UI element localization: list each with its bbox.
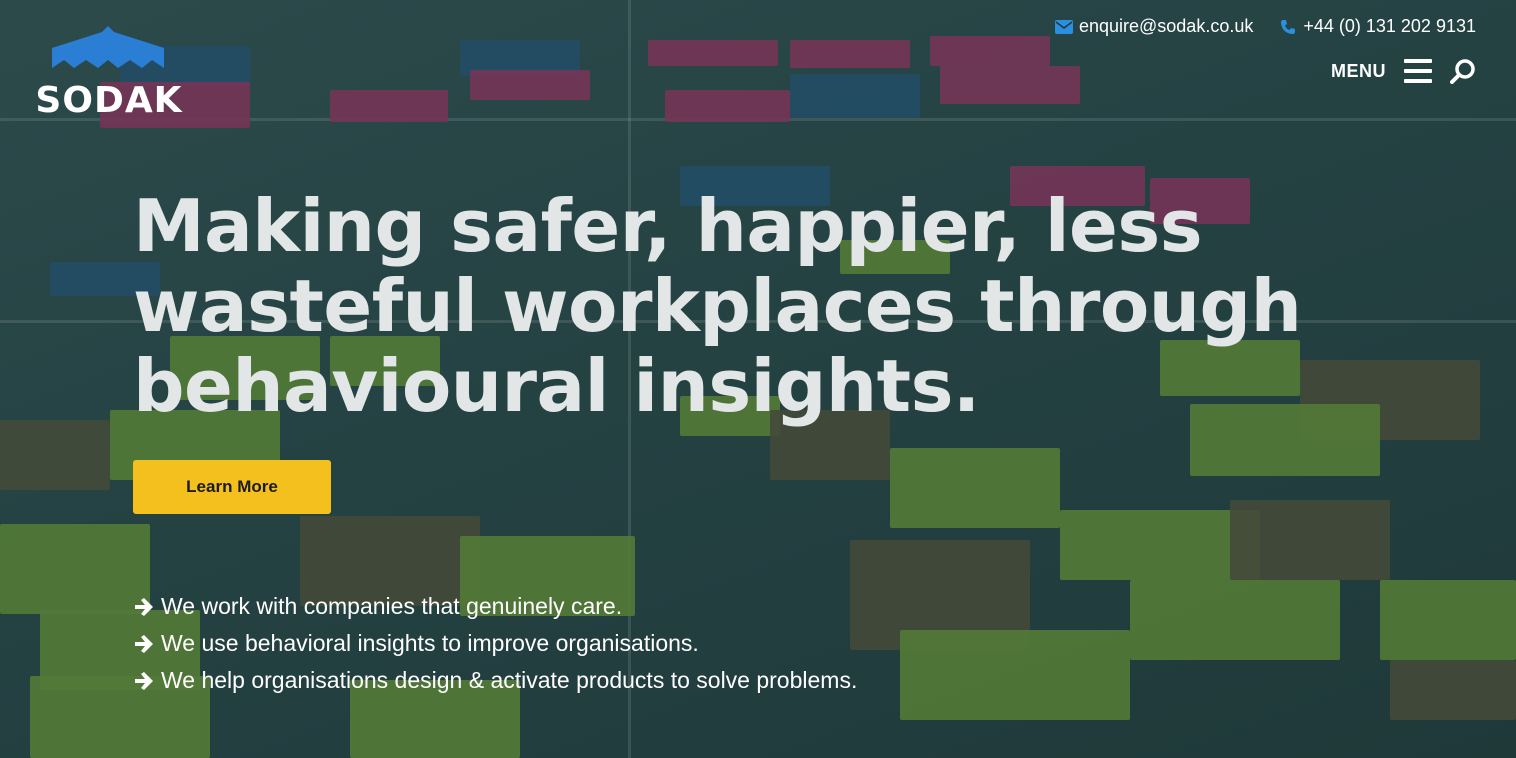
logo-wordmark: SODAK (35, 80, 183, 121)
arrow-right-icon (135, 671, 153, 690)
arrow-right-icon (135, 597, 153, 616)
bullet-text: We use behavioral insights to improve or… (161, 630, 699, 656)
bullet-text: We work with companies that genuinely ca… (161, 593, 623, 619)
list-item: We help organisations design & activate … (133, 662, 857, 699)
envelope-icon (1054, 19, 1073, 34)
phone-icon (1281, 19, 1296, 34)
hero-headline: Making safer, happier, less wasteful wor… (133, 184, 1302, 428)
main-nav: MENU (1331, 58, 1476, 84)
arrow-right-icon (135, 634, 153, 653)
email-text: enquire@sodak.co.uk (1078, 16, 1254, 36)
contact-bar: enquire@sodak.co.uk +44 (0) 131 202 9131 (1054, 16, 1476, 37)
hamburger-menu-icon[interactable] (1404, 59, 1432, 83)
search-icon[interactable] (1450, 58, 1476, 84)
sodak-logo[interactable]: SODAK (32, 26, 186, 121)
phone-text: +44 (0) 131 202 9131 (1303, 16, 1476, 36)
menu-label[interactable]: MENU (1331, 61, 1386, 82)
email-link[interactable]: enquire@sodak.co.uk (1054, 16, 1254, 37)
bullet-text: We help organisations design & activate … (161, 667, 858, 693)
phone-link[interactable]: +44 (0) 131 202 9131 (1279, 16, 1476, 37)
house-roof-icon (52, 26, 164, 68)
list-item: We use behavioral insights to improve or… (133, 625, 857, 662)
learn-more-button[interactable]: Learn More (133, 460, 331, 514)
value-proposition-list: We work with companies that genuinely ca… (133, 588, 857, 699)
list-item: We work with companies that genuinely ca… (133, 588, 857, 625)
